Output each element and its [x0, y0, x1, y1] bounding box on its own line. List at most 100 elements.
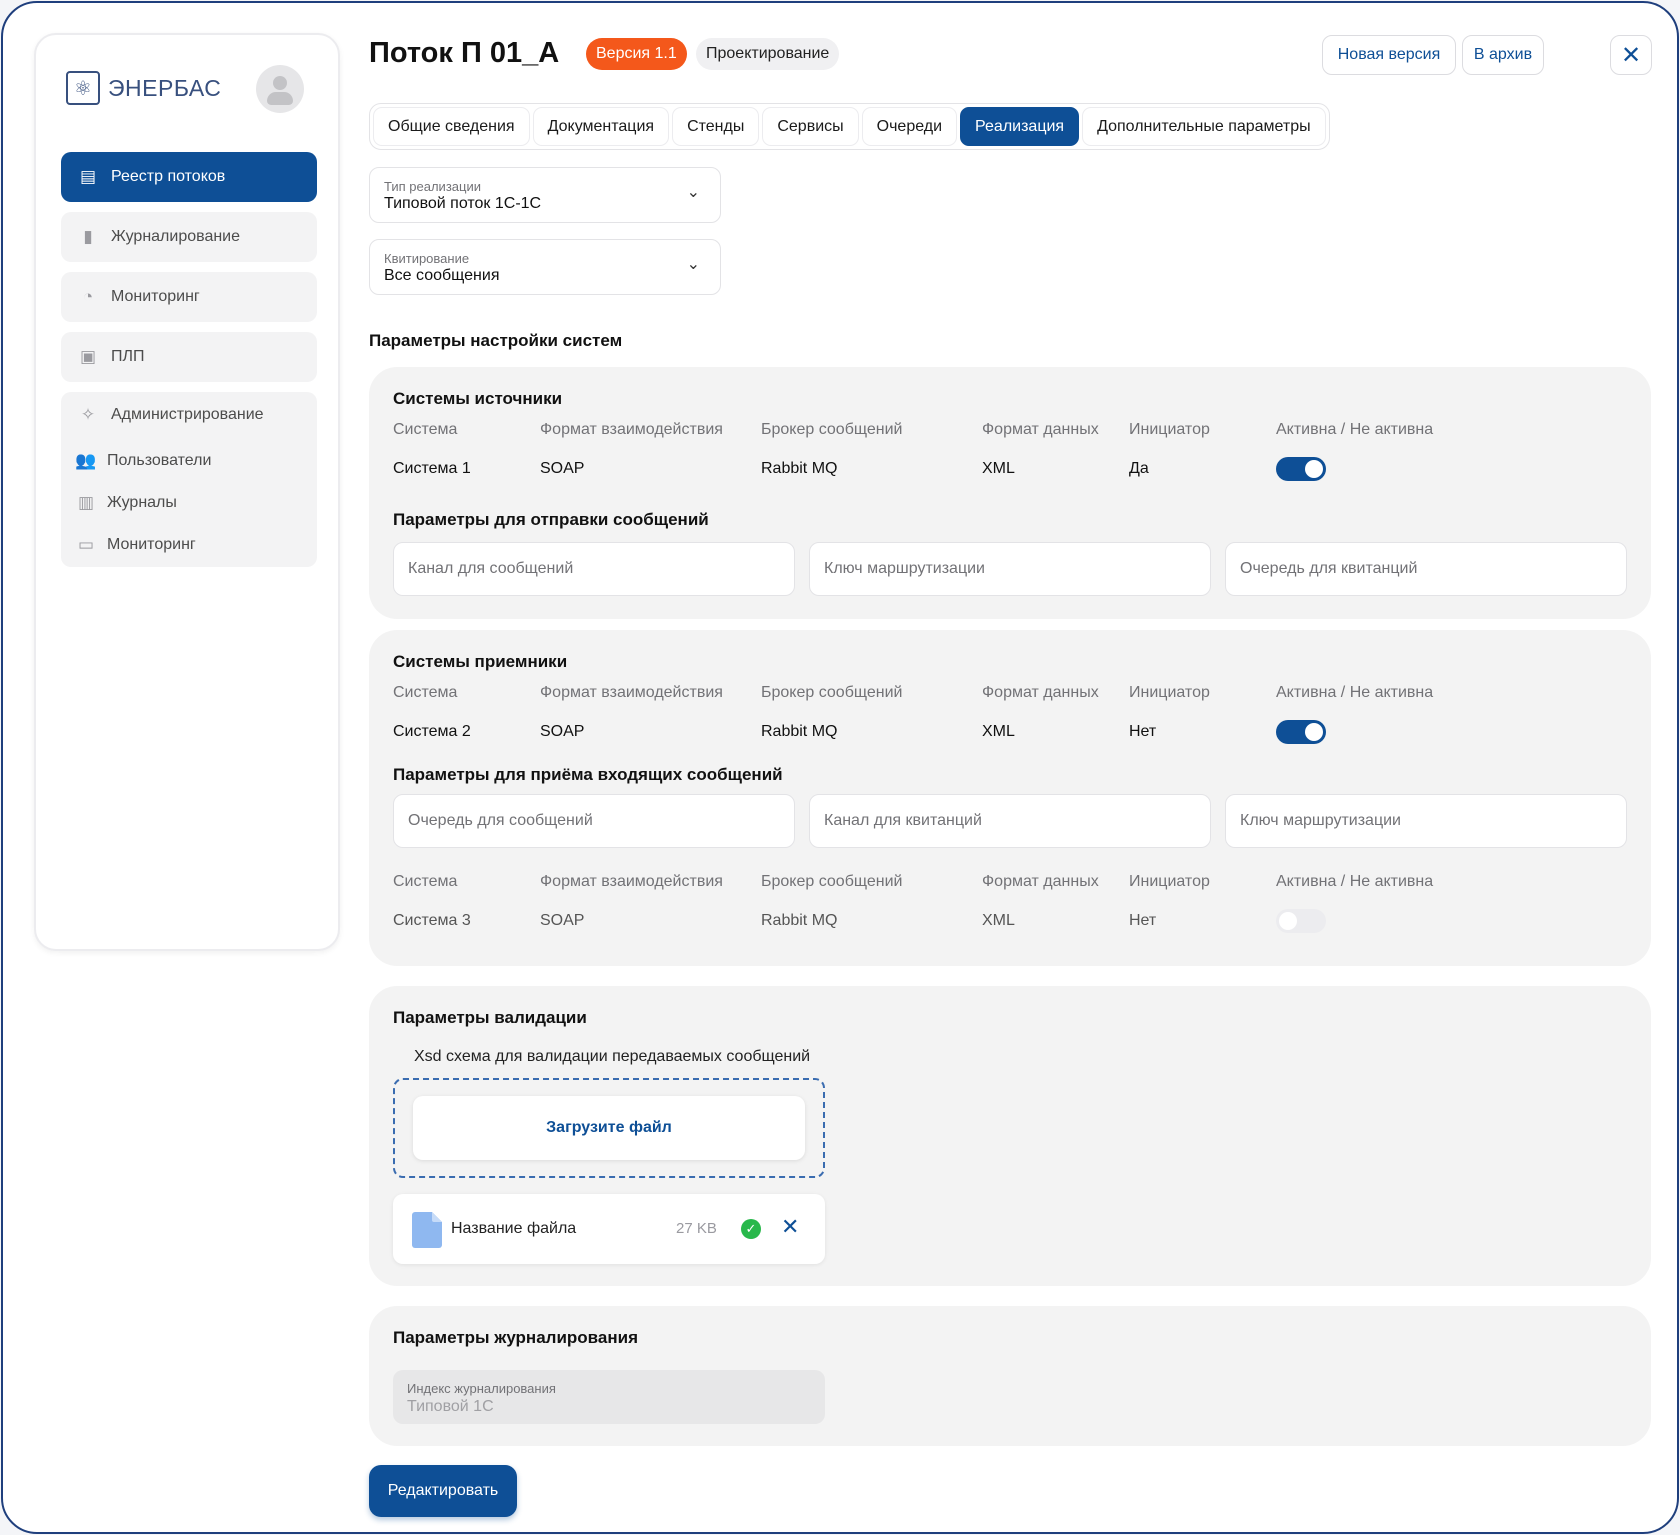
sidebar-item-journaling[interactable]: ▮ Журналирование	[61, 212, 317, 262]
remove-file-icon[interactable]: ✕	[781, 1214, 799, 1240]
sidebar-item-monitoring[interactable]: ◔ Мониторинг	[61, 272, 317, 322]
terminal-icon: ▣	[79, 347, 97, 366]
tab-documentation[interactable]: Документация	[532, 107, 670, 146]
inactive-toggle[interactable]	[1276, 909, 1326, 933]
col-header: Брокер сообщений	[761, 421, 903, 438]
col-header: Активна / Не активна	[1276, 421, 1434, 438]
tab-stands[interactable]: Стенды	[672, 107, 760, 146]
sources-card: Системы источники Система Формат взаимод…	[369, 367, 1651, 619]
file-size: 27 KB	[676, 1220, 717, 1237]
impl-type-select[interactable]: Тип реализации Типовой поток 1С-1С ⌄	[369, 167, 721, 223]
journal-icon: ▮	[83, 227, 93, 246]
tab-queues[interactable]: Очереди	[861, 107, 958, 146]
page-title: Поток П 01_А	[369, 37, 560, 69]
card-subtitle: Параметры для отправки сообщений	[393, 510, 709, 529]
sidebar-item-logs[interactable]: ▥ Журналы	[75, 492, 177, 514]
xsd-label: Xsd схема для валидации передаваемых соо…	[414, 1048, 811, 1065]
field-value: Типовой 1С	[407, 1398, 494, 1415]
col-header: Инициатор	[1129, 684, 1210, 701]
col-header: Формат взаимодействия	[540, 421, 723, 438]
routing-key-input[interactable]: Ключ маршрутизации	[809, 542, 1211, 596]
users-icon: 👥	[75, 451, 97, 470]
col-header: Активна / Не активна	[1276, 873, 1434, 890]
sidebar-item-users[interactable]: 👥 Пользователи	[75, 450, 211, 472]
cell-data-format: XML	[982, 723, 1015, 740]
message-queue-input[interactable]: Очередь для сообщений	[393, 794, 795, 848]
sidebar-item-label: ПЛП	[111, 348, 145, 365]
col-header: Активна / Не активна	[1276, 684, 1434, 701]
cell-system: Система 3	[393, 912, 471, 929]
registry-icon: ▤	[79, 167, 97, 186]
cell-initiator: Да	[1129, 460, 1149, 477]
active-toggle[interactable]	[1276, 720, 1326, 744]
col-header: Система	[393, 684, 458, 701]
card-title: Параметры валидации	[393, 1008, 587, 1027]
col-header: Формат данных	[982, 421, 1099, 438]
file-name: Название файла	[451, 1220, 577, 1237]
sidebar-item-label: Реестр потоков	[111, 168, 226, 185]
tab-bar: Общие сведения Документация Стенды Серви…	[369, 103, 1330, 150]
active-toggle[interactable]	[1276, 457, 1326, 481]
tab-implementation[interactable]: Реализация	[960, 107, 1080, 146]
cell-data-format: XML	[982, 460, 1015, 477]
section-title: Параметры настройки систем	[369, 331, 623, 350]
col-header: Формат взаимодействия	[540, 873, 723, 890]
status-badge: Проектирование	[696, 38, 840, 70]
close-button[interactable]: ✕	[1610, 35, 1652, 75]
cell-system: Система 2	[393, 723, 471, 740]
sidebar-item-label: Мониторинг	[107, 536, 196, 553]
col-header: Формат взаимодействия	[540, 684, 723, 701]
check-circle-icon: ✓	[741, 1219, 761, 1239]
col-header: Инициатор	[1129, 873, 1210, 890]
atom-logo-icon: ⚛	[66, 71, 100, 105]
channel-input[interactable]: Канал для сообщений	[393, 542, 795, 596]
ack-select[interactable]: Квитирование Все сообщения ⌄	[369, 239, 721, 295]
card-title: Системы приемники	[393, 652, 568, 671]
select-label: Квитирование	[384, 251, 470, 266]
receivers-card: Системы приемники Система Формат взаимод…	[369, 630, 1651, 966]
receipt-queue-input[interactable]: Очередь для квитанций	[1225, 542, 1627, 596]
sidebar-item-label: Мониторинг	[111, 288, 200, 305]
sidebar-item-plp[interactable]: ▣ ПЛП	[61, 332, 317, 382]
select-value: Все сообщения	[384, 267, 500, 284]
upload-file-button[interactable]: Загрузите файл	[413, 1096, 805, 1160]
card-subtitle: Параметры для приёма входящих сообщений	[393, 765, 783, 784]
logs-icon: ▥	[77, 493, 95, 512]
logging-card: Параметры журналирования Индекс журналир…	[369, 1306, 1651, 1446]
file-dropzone[interactable]: Загрузите файл	[393, 1078, 825, 1178]
sidebar: ⚛ ЭНЕРБАС ▤ Реестр потоков ▮ Журналирова…	[34, 33, 340, 951]
tab-services[interactable]: Сервисы	[762, 107, 859, 146]
col-header: Система	[393, 421, 458, 438]
logo[interactable]: ⚛ ЭНЕРБАС	[66, 71, 221, 105]
sidebar-item-label: Журналирование	[111, 228, 241, 245]
card-title: Параметры журналирования	[393, 1328, 638, 1347]
cell-system: Система 1	[393, 460, 471, 477]
sidebar-item-label: Журналы	[107, 494, 177, 511]
sidebar-item-registry[interactable]: ▤ Реестр потоков	[61, 152, 317, 202]
sidebar-item-administration[interactable]: ✧ Администрирование	[77, 404, 264, 426]
chevron-down-icon: ⌄	[686, 256, 700, 273]
chevron-down-icon: ⌄	[686, 184, 700, 201]
col-header: Брокер сообщений	[761, 684, 903, 701]
logo-text: ЭНЕРБАС	[108, 74, 222, 101]
pie-chart-icon: ◔	[82, 287, 94, 306]
cell-data-format: XML	[982, 912, 1015, 929]
field-label: Индекс журналирования	[407, 1381, 556, 1396]
archive-button[interactable]: В архив	[1462, 35, 1544, 75]
sidebar-admin-group: ✧ Администрирование 👥 Пользователи ▥ Жур…	[61, 392, 317, 567]
new-version-button[interactable]: Новая версия	[1322, 35, 1456, 75]
col-header: Брокер сообщений	[761, 873, 903, 890]
sparkle-icon: ✧	[80, 405, 96, 424]
receipt-channel-input[interactable]: Канал для квитанций	[809, 794, 1211, 848]
logging-index-field: Индекс журналирования Типовой 1С	[393, 1370, 825, 1424]
tab-general[interactable]: Общие сведения	[373, 107, 530, 146]
sidebar-item-monitoring-admin[interactable]: ▭ Мониторинг	[75, 534, 196, 556]
cell-initiator: Нет	[1129, 912, 1157, 929]
cell-format: SOAP	[540, 723, 585, 740]
avatar[interactable]	[256, 65, 304, 113]
validation-card: Параметры валидации Xsd схема для валида…	[369, 986, 1651, 1286]
routing-key-input[interactable]: Ключ маршрутизации	[1225, 794, 1627, 848]
edit-button[interactable]: Редактировать	[369, 1465, 517, 1517]
select-value: Типовой поток 1С-1С	[384, 195, 542, 212]
tab-additional[interactable]: Дополнительные параметры	[1082, 107, 1326, 146]
